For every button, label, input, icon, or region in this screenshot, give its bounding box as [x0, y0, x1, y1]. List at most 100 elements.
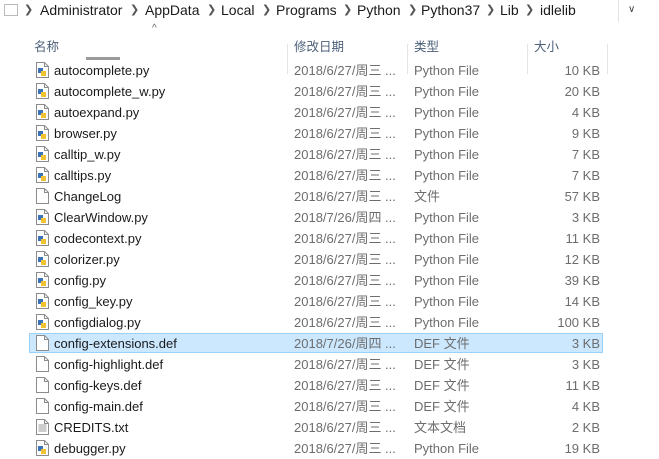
file-date: 2018/6/27/周三 ...: [294, 231, 396, 246]
file-name: config.py: [54, 273, 107, 288]
python-file-icon: [36, 251, 49, 267]
file-date: 2018/6/27/周三 ...: [294, 399, 396, 414]
list-item[interactable]: browser.py 2018/6/27/周三 ... Python File 9 K…: [0, 123, 659, 144]
file-size: 3 KB: [571, 210, 600, 225]
list-item[interactable]: config-keys.def 2018/6/27/周三 ... DEF 文件 11 …: [0, 375, 659, 396]
file-type: DEF 文件: [414, 378, 470, 393]
file-name: CREDITS.txt: [54, 420, 129, 435]
file-date: 2018/7/26/周四 ...: [294, 210, 396, 225]
breadcrumb-idlelib[interactable]: idlelib: [540, 2, 576, 19]
chevron-right-icon[interactable]: ❯: [130, 2, 139, 19]
list-item[interactable]: ChangeLog 2018/6/27/周三 ... 文件 57 KB: [0, 186, 659, 207]
list-item[interactable]: calltip_w.py 2018/6/27/周三 ... Python File 7…: [0, 144, 659, 165]
chevron-down-icon[interactable]: ∨: [628, 4, 635, 15]
column-size[interactable]: 大小: [534, 36, 559, 55]
file-date: 2018/6/27/周三 ...: [294, 315, 396, 330]
file-type: Python File: [414, 126, 480, 141]
chevron-right-icon[interactable]: ❯: [343, 2, 352, 19]
file-size: 2 KB: [571, 420, 600, 435]
breadcrumb-lib[interactable]: Lib: [500, 2, 519, 19]
file-type: DEF 文件: [414, 357, 470, 372]
file-name: config-extensions.def: [54, 336, 177, 351]
chevron-right-icon[interactable]: ❯: [408, 2, 417, 19]
chevron-right-icon[interactable]: ❯: [262, 2, 271, 19]
file-size: 3 KB: [571, 336, 600, 351]
sort-ascending-icon: ^: [152, 23, 157, 34]
blank-file-icon: [36, 356, 49, 372]
address-divider: [618, 0, 619, 22]
file-size: 11 KB: [565, 231, 600, 246]
python-file-icon: [36, 293, 49, 309]
file-name: config_key.py: [54, 294, 133, 309]
file-type: Python File: [414, 441, 480, 456]
file-name: ChangeLog: [54, 189, 122, 204]
file-type: Python File: [414, 210, 480, 225]
list-item[interactable]: config-main.def 2018/6/27/周三 ... DEF 文件 4 K…: [0, 396, 659, 417]
file-date: 2018/6/27/周三 ...: [294, 168, 396, 183]
file-size: 9 KB: [571, 126, 600, 141]
file-date: 2018/6/27/周三 ...: [294, 84, 396, 99]
file-type: Python File: [414, 84, 480, 99]
python-file-icon: [36, 104, 49, 120]
file-type: Python File: [414, 294, 480, 309]
chevron-right-icon[interactable]: ❯: [24, 2, 33, 19]
file-type: Python File: [414, 105, 480, 120]
file-type: Python File: [414, 63, 480, 78]
column-type[interactable]: 类型: [414, 36, 439, 55]
list-item[interactable]: calltips.py 2018/6/27/周三 ... Python File 7 …: [0, 165, 659, 186]
file-date: 2018/6/27/周三 ...: [294, 420, 396, 435]
file-size: 57 KB: [564, 189, 600, 204]
list-item[interactable]: config_key.py 2018/6/27/周三 ... Python File…: [0, 291, 659, 312]
breadcrumb-programs[interactable]: Programs: [276, 2, 337, 19]
list-item[interactable]: autocomplete.py 2018/6/27/周三 ... Python Fi…: [0, 60, 659, 81]
file-name: autoexpand.py: [54, 105, 140, 120]
file-size: 14 KB: [564, 294, 600, 309]
chevron-right-icon[interactable]: ❯: [207, 2, 216, 19]
list-item[interactable]: autocomplete_w.py 2018/6/27/周三 ... Python …: [0, 81, 659, 102]
python-file-icon: [36, 314, 49, 330]
file-type: Python File: [414, 315, 480, 330]
file-size: 10 KB: [564, 63, 600, 78]
file-name: debugger.py: [54, 441, 126, 456]
file-name: browser.py: [54, 126, 117, 141]
file-name: ClearWindow.py: [54, 210, 148, 225]
column-date[interactable]: 修改日期: [294, 36, 344, 55]
list-item[interactable]: colorizer.py 2018/6/27/周三 ... Python File 1…: [0, 249, 659, 270]
breadcrumb-python37[interactable]: Python37: [421, 2, 480, 19]
list-item[interactable]: config-extensions.def 2018/7/26/周四 ... DEF…: [0, 333, 659, 354]
list-item[interactable]: ClearWindow.py 2018/7/26/周四 ... Python Fil…: [0, 207, 659, 228]
list-item[interactable]: debugger.py 2018/6/27/周三 ... Python File 19…: [0, 438, 659, 459]
file-date: 2018/6/27/周三 ...: [294, 189, 396, 204]
file-type: Python File: [414, 252, 480, 267]
file-date: 2018/6/27/周三 ...: [294, 252, 396, 267]
breadcrumb-appdata[interactable]: AppData: [145, 2, 199, 19]
python-file-icon: [36, 272, 49, 288]
blank-file-icon: [36, 188, 49, 204]
file-size: 4 KB: [571, 105, 600, 120]
address-bar[interactable]: ❯ Administrator ❯ AppData ❯ Local ❯ Prog…: [0, 0, 659, 23]
chevron-right-icon[interactable]: ❯: [525, 2, 534, 19]
file-name: calltip_w.py: [54, 147, 121, 162]
chevron-right-icon[interactable]: ❯: [486, 2, 495, 19]
file-type: Python File: [414, 273, 480, 288]
list-item[interactable]: CREDITS.txt 2018/6/27/周三 ... 文本文档 2 KB: [0, 417, 659, 438]
file-size: 4 KB: [571, 399, 600, 414]
column-name[interactable]: 名称: [34, 36, 59, 55]
file-name: autocomplete_w.py: [54, 84, 166, 99]
file-type: 文件: [414, 189, 441, 204]
file-name: colorizer.py: [54, 252, 120, 267]
list-item[interactable]: config.py 2018/6/27/周三 ... Python File 39 K…: [0, 270, 659, 291]
file-type: 文本文档: [414, 420, 467, 435]
file-type: DEF 文件: [414, 399, 470, 414]
breadcrumb-administrator[interactable]: Administrator: [40, 2, 122, 19]
list-item[interactable]: configdialog.py 2018/6/27/周三 ... Python Fi…: [0, 312, 659, 333]
file-date: 2018/6/27/周三 ...: [294, 441, 396, 456]
list-item[interactable]: codecontext.py 2018/6/27/周三 ... Python Fil…: [0, 228, 659, 249]
file-name: config-highlight.def: [54, 357, 164, 372]
list-item[interactable]: autoexpand.py 2018/6/27/周三 ... Python File…: [0, 102, 659, 123]
folder-icon: [4, 4, 18, 16]
breadcrumb-local[interactable]: Local: [221, 2, 254, 19]
list-item[interactable]: config-highlight.def 2018/6/27/周三 ... DEF …: [0, 354, 659, 375]
breadcrumb-python[interactable]: Python: [357, 2, 401, 19]
file-date: 2018/6/27/周三 ...: [294, 378, 396, 393]
